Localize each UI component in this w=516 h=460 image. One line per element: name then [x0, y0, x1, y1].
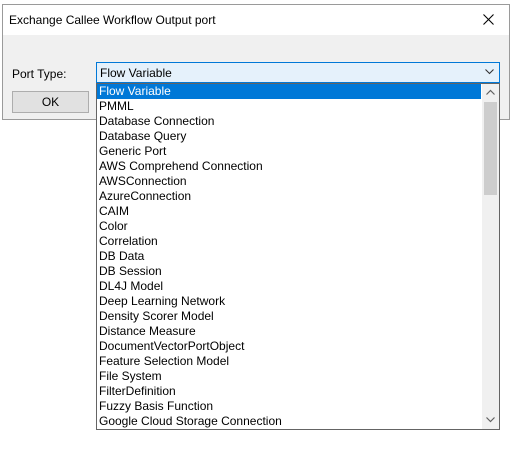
dropdown-item[interactable]: PMML — [97, 99, 481, 114]
dropdown-item[interactable]: Density Scorer Model — [97, 309, 481, 324]
dropdown-item[interactable]: CAIM — [97, 204, 481, 219]
scroll-up-button[interactable] — [482, 84, 499, 101]
chevron-up-icon — [486, 89, 495, 95]
chevron-down-icon — [486, 417, 495, 423]
dropdown-item[interactable]: DB Data — [97, 249, 481, 264]
window-title: Exchange Callee Workflow Output port — [9, 13, 216, 27]
dropdown-item[interactable]: DL4J Model — [97, 279, 481, 294]
dropdown-item[interactable]: AWSConnection — [97, 174, 481, 189]
chevron-down-icon — [485, 69, 494, 75]
port-type-label: Port Type: — [12, 67, 67, 81]
dropdown-item[interactable]: Color — [97, 219, 481, 234]
dropdown-item[interactable]: Feature Selection Model — [97, 354, 481, 369]
port-type-selected-value: Flow Variable — [100, 66, 172, 80]
dropdown-item[interactable]: AzureConnection — [97, 189, 481, 204]
dropdown-item[interactable]: Correlation — [97, 234, 481, 249]
scroll-thumb[interactable] — [484, 102, 497, 195]
dropdown-item[interactable]: Database Query — [97, 129, 481, 144]
dropdown-item[interactable]: Fuzzy Basis Function — [97, 399, 481, 414]
dropdown-item[interactable]: FilterDefinition — [97, 384, 481, 399]
dropdown-item[interactable]: Database Connection — [97, 114, 481, 129]
title-bar: Exchange Callee Workflow Output port — [3, 5, 509, 35]
close-icon — [483, 14, 494, 25]
scroll-down-button[interactable] — [482, 412, 499, 429]
dropdown-item[interactable]: Distance Measure — [97, 324, 481, 339]
dropdown-item[interactable]: DB Session — [97, 264, 481, 279]
ok-button[interactable]: OK — [12, 91, 89, 113]
close-button[interactable] — [469, 5, 509, 35]
dropdown-item[interactable]: AWS Comprehend Connection — [97, 159, 481, 174]
vertical-scrollbar[interactable] — [482, 84, 499, 429]
port-type-select[interactable]: Flow Variable — [96, 62, 500, 83]
dropdown-item[interactable]: Flow Variable — [97, 84, 481, 99]
dropdown-item[interactable]: Google Cloud Storage Connection — [97, 414, 481, 429]
dropdown-items: Flow Variable PMML Database Connection Data… — [97, 84, 481, 429]
dropdown-item[interactable]: Generic Port — [97, 144, 481, 159]
dropdown-item[interactable]: Deep Learning Network — [97, 294, 481, 309]
dropdown-item[interactable]: DocumentVectorPortObject — [97, 339, 481, 354]
dropdown-item[interactable]: File System — [97, 369, 481, 384]
port-type-dropdown-list: Flow Variable PMML Database Connection Data… — [96, 83, 500, 430]
